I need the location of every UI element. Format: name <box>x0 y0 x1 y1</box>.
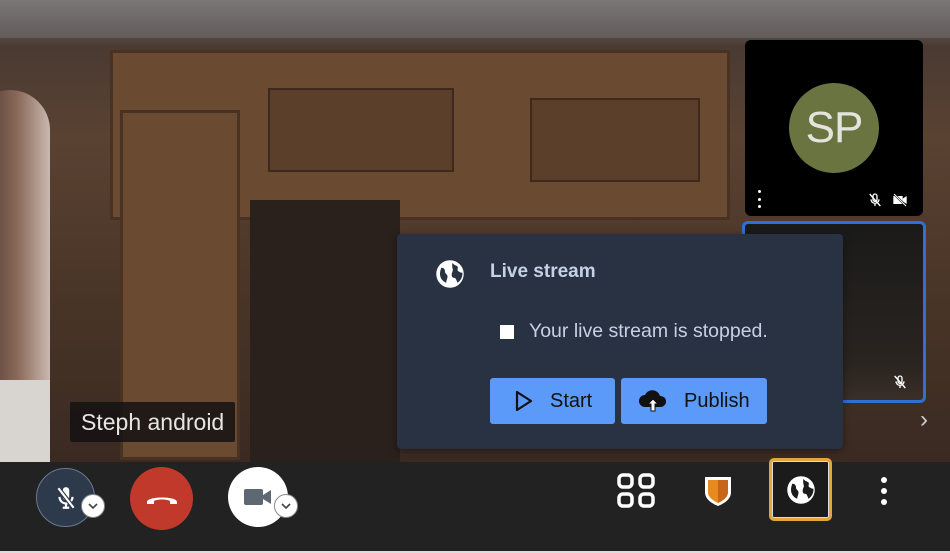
mic-muted-icon <box>56 486 75 509</box>
publish-button[interactable]: Publish <box>621 378 767 424</box>
hangup-button[interactable] <box>130 467 193 530</box>
shirt <box>0 380 50 462</box>
tile-status-icons <box>867 192 909 208</box>
start-button[interactable]: Start <box>490 378 615 424</box>
camera-options-button[interactable] <box>274 494 298 518</box>
tile-menu-icon[interactable] <box>754 190 764 208</box>
participant-tile[interactable]: SP <box>745 40 923 216</box>
status-text: Your live stream is stopped. <box>529 320 768 342</box>
shadow <box>250 200 400 462</box>
cloud-upload-icon <box>639 390 667 412</box>
mic-options-button[interactable] <box>81 494 105 518</box>
stream-status: Your live stream is stopped. <box>500 320 768 343</box>
live-stream-dialog: Live stream Your live stream is stopped.… <box>397 234 843 449</box>
cabinet-panel <box>530 98 700 182</box>
avatar: SP <box>789 83 879 173</box>
globe-icon <box>436 260 464 288</box>
mic-muted-icon <box>869 193 881 207</box>
stop-icon <box>500 324 514 339</box>
tile-view-button[interactable] <box>612 470 660 512</box>
play-icon <box>515 390 533 412</box>
shield-icon <box>705 477 731 506</box>
live-stream-button[interactable] <box>769 458 832 521</box>
toolbar <box>0 458 950 553</box>
more-options-button[interactable] <box>870 470 898 512</box>
ceiling <box>0 0 950 38</box>
participant-name-label: Steph android <box>70 402 236 442</box>
chevron-down-icon <box>88 503 98 509</box>
start-label: Start <box>550 389 593 412</box>
mic-muted-icon <box>894 375 906 389</box>
camera-off-icon <box>893 193 907 207</box>
grid-icon <box>617 473 655 508</box>
publish-label: Publish <box>684 389 750 412</box>
phone-hangup-icon <box>146 497 177 504</box>
security-button[interactable] <box>696 470 740 512</box>
more-icon-dot <box>881 499 887 505</box>
globe-icon <box>786 475 815 504</box>
chevron-down-icon <box>281 503 291 509</box>
camera-icon <box>244 489 271 505</box>
more-icon-dot <box>881 488 887 494</box>
chevron-right-icon[interactable]: › <box>920 405 940 435</box>
cabinet-panel <box>268 88 454 172</box>
more-icon-dot <box>881 477 887 483</box>
dialog-title: Live stream <box>490 261 596 282</box>
